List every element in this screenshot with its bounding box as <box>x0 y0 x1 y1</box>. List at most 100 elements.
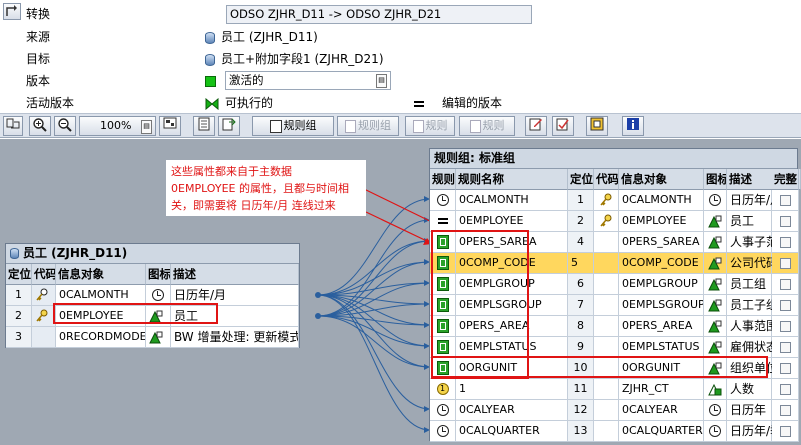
row-object: 0EMPLSTATUS <box>619 337 704 358</box>
complete-checkbox[interactable] <box>772 295 799 316</box>
characteristic-icon <box>704 316 727 337</box>
complete-checkbox[interactable] <box>772 190 799 211</box>
database-icon <box>10 248 19 259</box>
row-code <box>594 316 619 337</box>
row-description: 人事范围 <box>727 316 778 337</box>
row-position: 13 <box>568 421 594 442</box>
rule-name: 0EMPLOYEE <box>456 211 568 232</box>
row-position: 5 <box>568 253 594 274</box>
row-object: 0PERS_SAREA <box>619 232 704 253</box>
rule-name: 1 <box>456 379 568 400</box>
row-object: 0CALQUARTER <box>619 421 704 442</box>
row-description: 公司代码 <box>727 253 778 274</box>
row-code <box>32 327 56 348</box>
characteristic-icon <box>704 232 727 253</box>
row-object: 0COMP_CODE <box>619 253 704 274</box>
row-position: 2 <box>6 306 32 327</box>
highlight-employee-source <box>53 303 218 324</box>
row-position: 1 <box>568 190 594 211</box>
col-rule-name[interactable]: 规则名称 <box>456 169 568 190</box>
complete-checkbox[interactable] <box>772 211 799 232</box>
annotation-note: 这些属性都来自于主数据 0EMPLOYEE 的属性，且都与时间相 关，即需要将 … <box>166 160 366 216</box>
source-grid-title-text: 员工 (ZJHR_D11) <box>23 246 128 260</box>
table-row[interactable]: 3 0RECORDMODE BW 增量处理: 更新模式 <box>6 327 299 348</box>
table-row[interactable]: 1 1 11 ZJHR_CT 人数 <box>430 379 799 400</box>
row-code <box>594 379 619 400</box>
row-description: BW 增量处理: 更新模式 <box>171 327 299 348</box>
complete-checkbox[interactable] <box>772 337 799 358</box>
complete-checkbox[interactable] <box>772 316 799 337</box>
row-object: ZJHR_CT <box>619 379 704 400</box>
col-complete[interactable]: 完整 <box>772 169 799 190</box>
row-position: 8 <box>568 316 594 337</box>
key-icon <box>594 190 619 211</box>
table-row[interactable]: 0CALMONTH 1 0CALMONTH 日历年/月 <box>430 190 799 211</box>
annotation-line-1: 这些属性都来自于主数据 <box>171 165 292 178</box>
row-description: 员工组 <box>727 274 772 295</box>
col-position[interactable]: 定位 <box>568 169 594 190</box>
row-position: 11 <box>568 379 594 400</box>
characteristic-icon <box>704 253 727 274</box>
row-description: 员工子组 <box>727 295 778 316</box>
rule-grid-title: 规则组: 标准组 <box>430 149 797 169</box>
characteristic-icon <box>146 327 171 348</box>
complete-checkbox[interactable] <box>772 253 799 274</box>
row-position: 12 <box>568 400 594 421</box>
row-position: 9 <box>568 337 594 358</box>
col-code[interactable]: 代码 <box>32 264 56 285</box>
key-icon <box>594 211 619 232</box>
row-position: 6 <box>568 274 594 295</box>
row-description: 日历年/月 <box>727 190 782 211</box>
complete-checkbox[interactable] <box>772 400 799 421</box>
rule-name: 0CALMONTH <box>456 190 568 211</box>
table-row[interactable]: 0EMPLOYEE 2 0EMPLOYEE 员工 <box>430 211 799 232</box>
characteristic-icon <box>704 295 727 316</box>
equal-icon <box>430 211 456 232</box>
source-grid-title: 员工 (ZJHR_D11) <box>6 244 299 264</box>
row-description: 日历年 <box>727 400 772 421</box>
col-infoobject[interactable]: 信息对象 <box>56 264 146 285</box>
col-description[interactable]: 描述 <box>171 264 299 285</box>
keyfigure-icon <box>704 379 727 400</box>
col-position[interactable]: 定位 <box>6 264 32 285</box>
row-object: 0EMPLOYEE <box>619 211 704 232</box>
row-object: 0CALMONTH <box>619 190 704 211</box>
clock-icon <box>430 421 456 442</box>
col-infoobject[interactable]: 信息对象 <box>619 169 704 190</box>
row-description: 员工 <box>727 211 772 232</box>
col-icon[interactable]: 图标 <box>146 264 171 285</box>
col-icon[interactable]: 图标 <box>704 169 727 190</box>
clock-icon <box>704 421 727 442</box>
row-object: 0RECORDMODE <box>56 327 146 348</box>
complete-checkbox[interactable] <box>772 379 799 400</box>
annotation-line-2: 0EMPLOYEE 的属性，且都与时间相 <box>171 182 349 195</box>
complete-checkbox[interactable] <box>772 232 799 253</box>
rule-name: 0CALYEAR <box>456 400 568 421</box>
annotation-line-3: 关，即需要将 日历年/月 连线过来 <box>171 199 336 212</box>
characteristic-icon <box>704 274 727 295</box>
row-code <box>594 253 619 274</box>
row-code <box>594 232 619 253</box>
row-description: 人事子范围 <box>727 232 790 253</box>
complete-checkbox[interactable] <box>772 358 799 379</box>
clock-icon <box>430 400 456 421</box>
highlight-orgunit-row <box>431 356 768 378</box>
complete-checkbox[interactable] <box>772 274 799 295</box>
row-description: 雇佣状态 <box>727 337 778 358</box>
row-code <box>594 295 619 316</box>
row-object: 0PERS_AREA <box>619 316 704 337</box>
characteristic-icon <box>704 337 727 358</box>
col-code[interactable]: 代码 <box>594 169 619 190</box>
table-row[interactable]: 0CALYEAR 12 0CALYEAR 日历年 <box>430 400 799 421</box>
clock-icon <box>704 400 727 421</box>
row-position: 7 <box>568 295 594 316</box>
constant-icon: 1 <box>430 379 456 400</box>
complete-checkbox[interactable] <box>772 421 799 442</box>
clock-icon <box>704 190 727 211</box>
row-description: 日历年/季度 <box>727 421 794 442</box>
row-code <box>594 274 619 295</box>
col-rule[interactable]: 规则 <box>430 169 456 190</box>
row-position: 4 <box>568 232 594 253</box>
source-grid: 员工 (ZJHR_D11) 定位 代码 信息对象 图标 描述 1 0CALMON… <box>5 243 300 348</box>
table-row[interactable]: 0CALQUARTER 13 0CALQUARTER 日历年/季度 <box>430 421 799 442</box>
